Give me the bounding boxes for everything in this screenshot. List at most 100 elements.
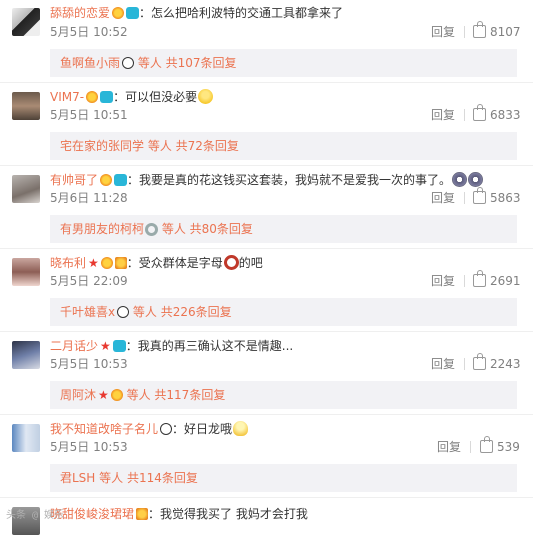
panda-badge-icon (117, 306, 130, 318)
star-badge-icon: ★ (100, 339, 111, 353)
comment-line: 我不知道改啥子名儿 ：好日龙哦 (50, 420, 249, 438)
subreply-summary[interactable]: 君LSH 等人 共114条回复 (50, 464, 517, 492)
lightbulb-emoji-icon (233, 421, 249, 436)
like-button[interactable]: 6833 (473, 104, 521, 123)
like-button[interactable]: 5863 (473, 187, 521, 206)
crown-badge-icon (114, 257, 127, 269)
vip-badge-icon (114, 174, 128, 186)
like-count: 5863 (490, 191, 521, 205)
like-button[interactable]: 8107 (473, 21, 521, 40)
subreply-user[interactable]: 君LSH (60, 471, 95, 485)
crying-emoji-icon (452, 172, 468, 187)
thumbs-up-icon (480, 436, 493, 453)
username[interactable]: 二月话少 (50, 339, 98, 353)
thumbs-up-icon (473, 187, 486, 204)
username[interactable]: 舔舔的恋爱 (50, 6, 110, 20)
username[interactable]: 有帅哥了 (50, 173, 98, 187)
subreply-user[interactable]: 鱼啊鱼小雨 (60, 56, 120, 70)
subreply-user[interactable]: 有男朋友的柯柯 (60, 222, 144, 236)
like-button[interactable]: 2243 (473, 353, 521, 372)
comment-line: 晓甜俊峻浚珺珺 ：我觉得我买了 我妈才会打我 (50, 505, 308, 523)
divider (0, 248, 533, 249)
sun-badge-icon (100, 174, 113, 186)
comment-text-tail: 的吧 (238, 256, 263, 270)
vip-badge-icon (126, 7, 140, 19)
comment-text: ：我真的再三确认这不是情趣... (125, 339, 294, 353)
comment-line: 有帅哥了 ：我要是真的花这钱买这套装，我妈就不是爱我一次的事了。 (50, 171, 484, 189)
user-avatar[interactable] (12, 8, 40, 36)
user-avatar[interactable] (12, 92, 40, 120)
divider (0, 165, 533, 166)
reply-button[interactable]: 回复 (431, 190, 455, 206)
watermark: 头条 @ 娱乐 (6, 510, 65, 521)
comment-time: 5月5日 10:52 (50, 25, 128, 39)
comment-line: 晓布利 ★ ：受众群体是字母 的吧 (50, 254, 263, 272)
user-avatar[interactable] (12, 341, 40, 369)
divider (470, 441, 471, 453)
username[interactable]: 我不知道改啥子名儿 (50, 422, 158, 436)
divider (0, 497, 533, 498)
subreply-summary[interactable]: 有男朋友的柯柯 等人 共80条回复 (50, 215, 517, 243)
user-avatar[interactable] (12, 424, 40, 452)
vip-badge-icon (100, 91, 114, 103)
panda-badge-icon (160, 423, 173, 435)
vip-badge-icon (112, 340, 126, 352)
panda-badge-icon (122, 57, 135, 69)
divider (464, 192, 465, 204)
subreply-summary[interactable]: 周阿沐 ★ 等人 共117条回复 (50, 381, 517, 409)
subreply-count: 等人 共226条回复 (129, 305, 232, 319)
reply-button[interactable]: 回复 (431, 107, 455, 123)
divider (0, 331, 533, 332)
like-count: 2243 (490, 357, 521, 371)
comment-text: ：可以但没必要 (113, 90, 198, 104)
user-avatar[interactable] (12, 175, 40, 203)
subreply-summary[interactable]: 宅在家的张同学 等人 共72条回复 (50, 132, 517, 160)
comment-time: 5月6日 11:28 (50, 191, 128, 205)
comment-time: 5月5日 22:09 (50, 274, 128, 288)
reply-button[interactable]: 回复 (431, 273, 455, 289)
comment-text: ：受众群体是字母 (126, 256, 223, 270)
like-button[interactable]: 539 (480, 436, 520, 455)
smile-emoji-icon (198, 89, 214, 104)
like-count: 8107 (490, 25, 521, 39)
comment-text: ：我觉得我买了 我妈才会打我 (148, 507, 308, 521)
comment-text: ：我要是真的花这钱买这套装，我妈就不是爱我一次的事了。 (127, 173, 452, 187)
divider (464, 26, 465, 38)
username[interactable]: 晓布利 (50, 256, 86, 270)
user-avatar[interactable] (12, 258, 40, 286)
sun-badge-icon (100, 257, 113, 269)
divider (464, 358, 465, 370)
comment-time: 5月5日 10:51 (50, 108, 128, 122)
sun-badge-icon (86, 91, 99, 103)
comment-text: ：怎么把哈利波特的交通工具都拿来了 (139, 6, 344, 20)
star-badge-icon: ★ (88, 256, 99, 270)
sun-badge-icon (110, 389, 123, 401)
subreply-count: 等人 共80条回复 (158, 222, 253, 236)
like-count: 539 (497, 440, 520, 454)
subreply-user[interactable]: 周阿沐 (60, 388, 96, 402)
comment-time: 5月5日 10:53 (50, 357, 128, 371)
reply-button[interactable]: 回复 (437, 439, 461, 455)
like-count: 2691 (490, 274, 521, 288)
red-circle-emoji-icon (223, 255, 239, 270)
subreply-summary[interactable]: 鱼啊鱼小雨 等人 共107条回复 (50, 49, 517, 77)
crying-emoji-icon (468, 172, 484, 187)
username[interactable]: VIM7- (50, 90, 84, 104)
comment-text: ：好日龙哦 (172, 422, 233, 436)
divider (0, 414, 533, 415)
ring-emoji-icon (145, 223, 159, 236)
subreply-count: 等人 共114条回复 (95, 471, 198, 485)
divider (464, 275, 465, 287)
comment-line: VIM7- ：可以但没必要 (50, 88, 214, 106)
reply-button[interactable]: 回复 (431, 24, 455, 40)
subreply-user[interactable]: 宅在家的张同学 (60, 139, 144, 153)
like-button[interactable]: 2691 (473, 270, 521, 289)
comment-line: 二月话少 ★ ：我真的再三确认这不是情趣... (50, 337, 293, 355)
reply-button[interactable]: 回复 (431, 356, 455, 372)
subreply-user[interactable]: 千叶雄喜x (60, 305, 115, 319)
thumbs-up-icon (473, 21, 486, 38)
subreply-count: 等人 共72条回复 (144, 139, 239, 153)
sun-badge-icon (112, 7, 125, 19)
subreply-summary[interactable]: 千叶雄喜x 等人 共226条回复 (50, 298, 517, 326)
comment-line: 舔舔的恋爱 ：怎么把哈利波特的交通工具都拿来了 (50, 4, 343, 22)
